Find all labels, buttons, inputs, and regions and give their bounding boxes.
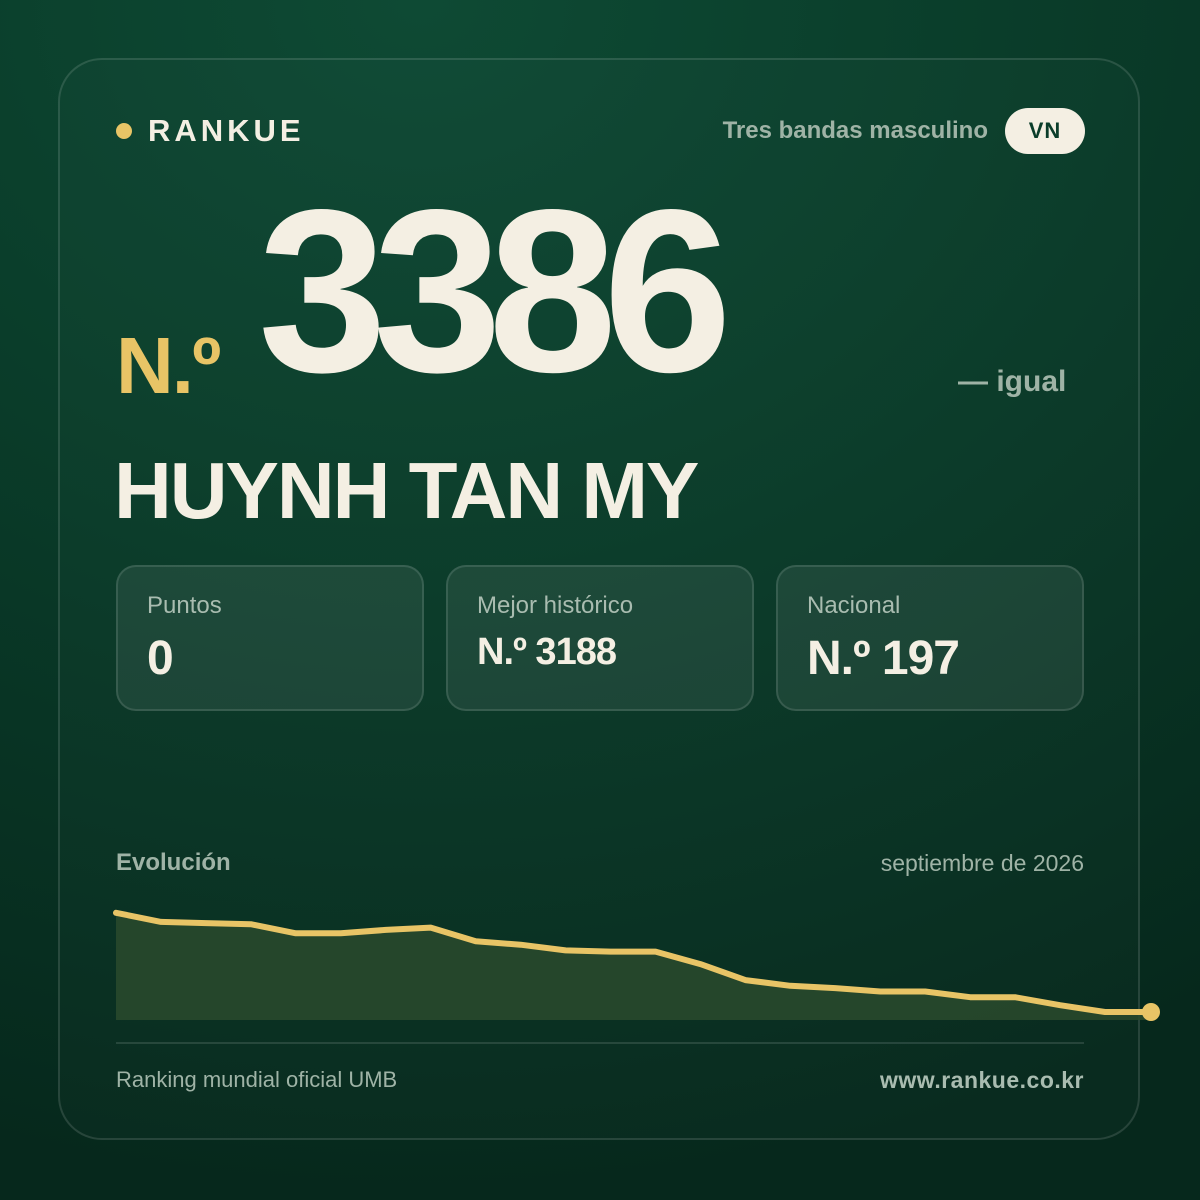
stat-value: 0 bbox=[147, 632, 174, 685]
stat-value: N.º 3188 bbox=[477, 631, 617, 673]
evolution-label: Evolución bbox=[116, 849, 231, 876]
stat-value: N.º 197 bbox=[807, 632, 960, 685]
category-label: Tres bandas masculino bbox=[722, 117, 988, 144]
evolution-chart bbox=[113, 909, 1160, 1021]
rank-change: — igual bbox=[958, 365, 1067, 398]
footer-divider bbox=[116, 1042, 1084, 1044]
stat-label: Mejor histórico bbox=[477, 592, 634, 619]
footer-website[interactable]: www.rankue.co.kr bbox=[880, 1066, 1084, 1094]
country-badge: VN bbox=[1005, 108, 1085, 154]
stat-label: Puntos bbox=[147, 592, 222, 619]
stat-points: Puntos 0 bbox=[116, 565, 424, 711]
stat-label: Nacional bbox=[807, 592, 901, 619]
brand: RANKUE bbox=[116, 112, 305, 150]
stat-national-rank: Nacional N.º 197 bbox=[776, 565, 1084, 711]
rank-number: 3386 bbox=[258, 162, 732, 421]
chart-end-marker bbox=[1142, 1003, 1160, 1021]
evolution-period: septiembre de 2026 bbox=[880, 850, 1084, 876]
brand-dot-icon bbox=[116, 123, 132, 139]
brand-name: RANKUE bbox=[148, 113, 305, 148]
player-name: HUYNH TAN MY bbox=[114, 446, 699, 535]
rank-prefix: N.º bbox=[116, 321, 221, 410]
stat-best-rank: Mejor histórico N.º 3188 bbox=[446, 565, 754, 711]
footer-source: Ranking mundial oficial UMB bbox=[116, 1067, 398, 1092]
